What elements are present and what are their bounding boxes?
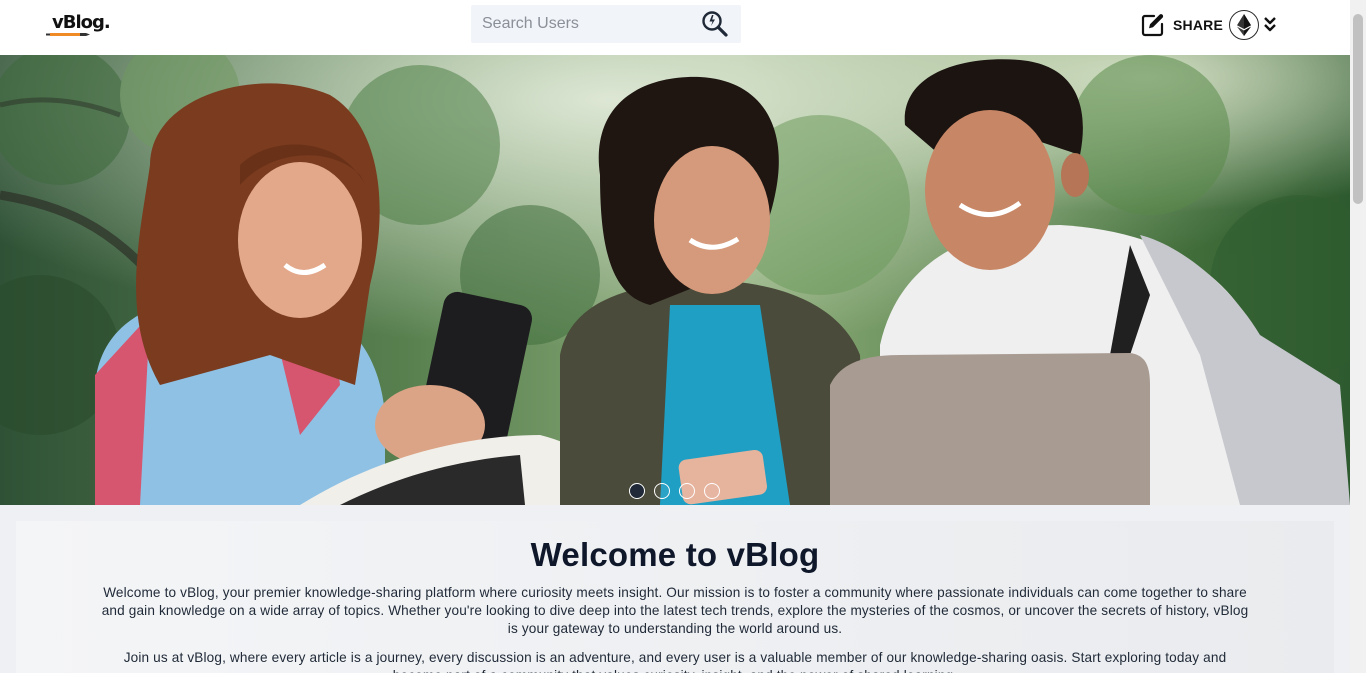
page-scrollbar[interactable] (1350, 0, 1366, 673)
search-input[interactable] (471, 5, 696, 43)
top-navbar: vBlog. SHARE (0, 0, 1350, 55)
double-chevron-down-icon[interactable] (1263, 15, 1277, 33)
hero-carousel (0, 55, 1350, 505)
edit-square-icon (1141, 13, 1164, 36)
welcome-paragraph-2: Join us at vBlog, where every article is… (123, 650, 1227, 673)
welcome-paragraph-1: Welcome to vBlog, your premier knowledge… (101, 585, 1249, 636)
share-label: SHARE (1173, 16, 1224, 33)
carousel-dot[interactable] (704, 483, 720, 499)
search-icon[interactable] (700, 9, 730, 39)
share-button[interactable]: SHARE (1141, 11, 1223, 38)
welcome-title: Welcome to vBlog (530, 536, 820, 573)
carousel-indicators (629, 483, 720, 499)
avatar[interactable] (1229, 10, 1259, 40)
pen-icon (46, 33, 90, 36)
hero-image-students (0, 55, 1350, 505)
carousel-dot[interactable] (654, 483, 670, 499)
logo[interactable]: vBlog. (46, 10, 112, 40)
scrollbar-thumb[interactable] (1353, 14, 1363, 204)
carousel-dot[interactable] (629, 483, 645, 499)
carousel-dot[interactable] (679, 483, 695, 499)
logo-text: vBlog. (52, 12, 111, 33)
ethereum-icon (1237, 14, 1251, 36)
